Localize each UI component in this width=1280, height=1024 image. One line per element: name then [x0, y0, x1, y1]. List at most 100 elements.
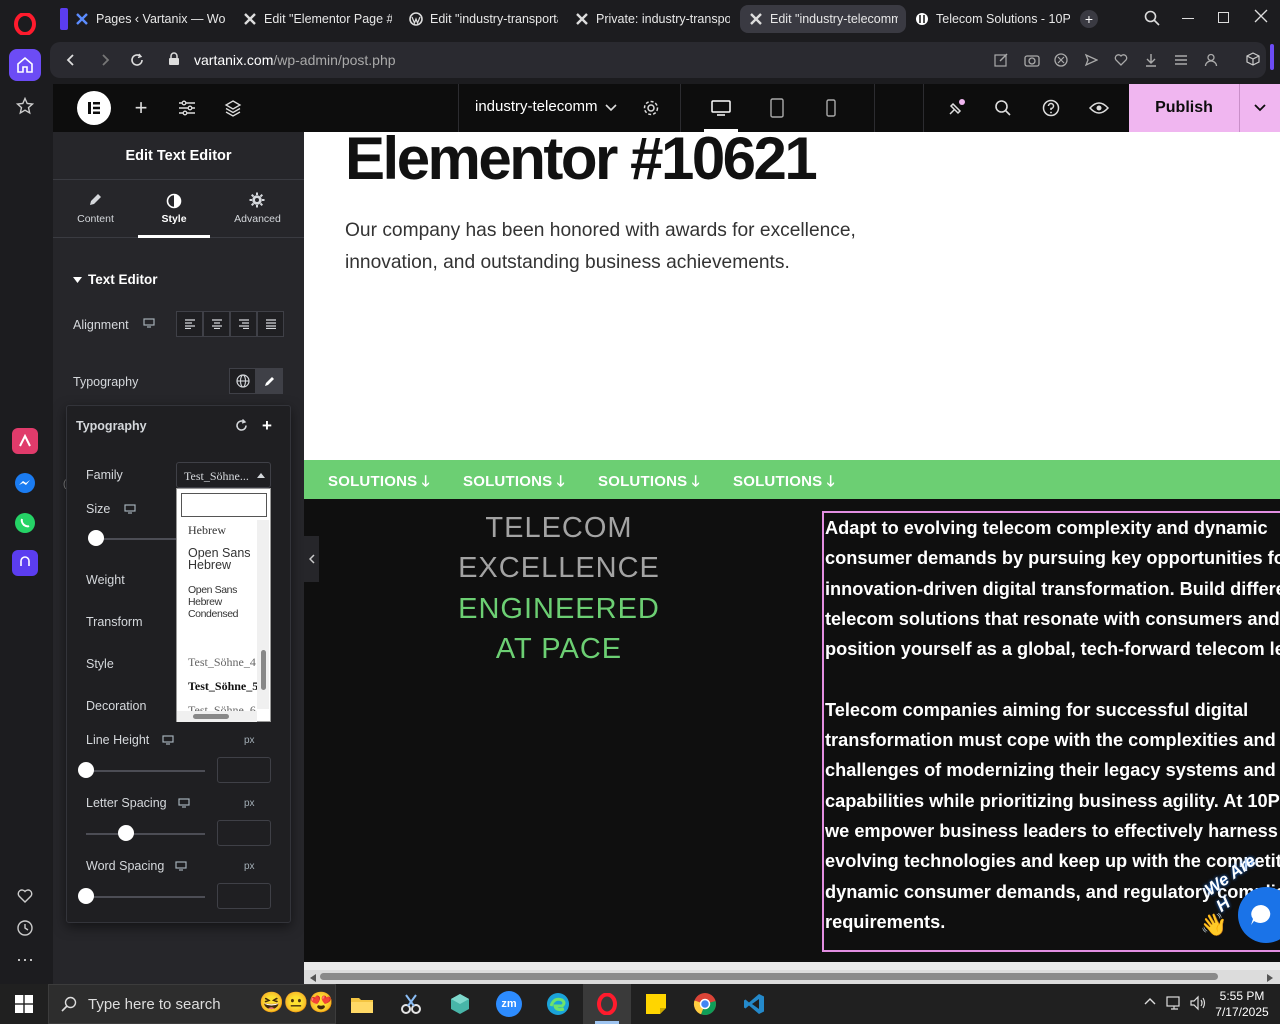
dropdown-vertical-scrollbar[interactable]: [257, 520, 269, 709]
elementor-logo-icon[interactable]: [77, 91, 111, 125]
network-icon[interactable]: [1166, 995, 1184, 1011]
tab-advanced[interactable]: Advanced: [215, 180, 300, 238]
url-text[interactable]: vartanix.com/wp-admin/post.php: [194, 52, 396, 68]
finder-search-icon[interactable]: [993, 98, 1013, 118]
nav-item-solutions[interactable]: SOLUTIONS 🡓: [463, 471, 565, 496]
unit-select[interactable]: px: [244, 798, 255, 809]
tab-edit-elementor-page[interactable]: Edit "Elementor Page #10: [234, 5, 400, 33]
tagline-line[interactable]: EXCELLENCE: [304, 552, 814, 585]
tab-edit-industry-telecomm[interactable]: Edit "industry-telecomm": [740, 5, 906, 33]
mobile-device-icon[interactable]: [824, 98, 838, 118]
tagline-line[interactable]: TELECOM: [304, 512, 814, 545]
unit-select[interactable]: px: [244, 735, 255, 746]
profile-icon[interactable]: [1204, 53, 1218, 67]
word-spacing-slider-handle[interactable]: [78, 888, 94, 904]
structure-layers-icon[interactable]: [223, 98, 243, 118]
close-window-icon[interactable]: [1254, 9, 1268, 23]
tagline-line[interactable]: ENGINEERED: [304, 593, 814, 626]
align-right-icon[interactable]: [230, 311, 257, 337]
letter-spacing-slider-handle[interactable]: [118, 825, 134, 841]
new-tab-plus-icon[interactable]: +: [1080, 10, 1098, 28]
align-justify-icon[interactable]: [257, 311, 284, 337]
responsive-desktop-icon[interactable]: [124, 504, 136, 514]
responsive-desktop-icon[interactable]: [143, 318, 155, 328]
line-height-input[interactable]: [217, 757, 271, 783]
line-height-slider-handle[interactable]: [78, 762, 94, 778]
letter-spacing-input[interactable]: [217, 820, 271, 846]
site-settings-sliders-icon[interactable]: [177, 98, 197, 118]
add-element-plus-icon[interactable]: +: [131, 95, 151, 120]
adblock-icon[interactable]: [1054, 53, 1068, 67]
font-option[interactable]: Open Sans Hebrew: [188, 547, 254, 572]
extensions-cube-icon[interactable]: [1246, 52, 1260, 66]
line-height-slider-track[interactable]: [79, 770, 205, 772]
font-option[interactable]: Hebrew: [188, 523, 226, 538]
desktop-device-icon[interactable]: [710, 98, 732, 118]
chrome-icon[interactable]: [689, 988, 721, 1020]
responsive-desktop-icon[interactable]: [178, 798, 190, 808]
download-icon[interactable]: [1144, 53, 1158, 67]
nav-item-solutions[interactable]: SOLUTIONS 🡓: [328, 471, 430, 496]
intro-text[interactable]: Our company has been honored with awards…: [345, 215, 856, 279]
camera-icon[interactable]: [1024, 53, 1040, 67]
unit-select[interactable]: px: [244, 861, 255, 872]
file-explorer-icon[interactable]: [346, 988, 378, 1020]
publish-button[interactable]: Publish: [1129, 84, 1239, 132]
scrollbar-thumb[interactable]: [193, 714, 229, 719]
volume-icon[interactable]: [1190, 995, 1208, 1011]
align-center-icon[interactable]: [203, 311, 230, 337]
easy-setup-icon[interactable]: [1174, 53, 1188, 67]
snipping-tool-icon[interactable]: [395, 988, 427, 1020]
page-name[interactable]: industry-telecomm: [475, 98, 598, 115]
speed-dial-star-icon[interactable]: [9, 90, 41, 122]
publish-options-chevron-icon[interactable]: [1239, 84, 1280, 132]
sticky-notes-icon[interactable]: [640, 988, 672, 1020]
family-select[interactable]: Test_Söhne...: [176, 462, 271, 488]
nav-item-solutions[interactable]: SOLUTIONS 🡓: [598, 471, 700, 496]
edit-icon[interactable]: [994, 53, 1008, 67]
more-dots-icon[interactable]: ⋯: [9, 944, 41, 976]
edge-icon[interactable]: [542, 988, 574, 1020]
vscode-icon[interactable]: [738, 988, 770, 1020]
scroll-right-arrow-icon[interactable]: [1267, 974, 1273, 982]
app-cube-icon[interactable]: [444, 988, 476, 1020]
font-option[interactable]: Open Sans Hebrew Condensed: [188, 584, 248, 620]
align-left-icon[interactable]: [176, 311, 203, 337]
font-option[interactable]: Test_Söhne_4: [188, 655, 256, 670]
restore-icon[interactable]: [1218, 12, 1229, 23]
aria-icon[interactable]: [12, 428, 38, 454]
tablet-device-icon[interactable]: [768, 97, 786, 119]
back-arrow-icon[interactable]: [64, 53, 78, 67]
opera-taskbar-icon[interactable]: [591, 988, 623, 1020]
messenger-icon[interactable]: [12, 470, 38, 496]
clock[interactable]: 5:55 PM 7/17/2025: [1212, 988, 1272, 1020]
whatsapp-icon[interactable]: [12, 510, 38, 536]
preview-eye-icon[interactable]: [1088, 98, 1110, 118]
favorites-heart-icon[interactable]: [9, 880, 41, 912]
minimize-icon[interactable]: [1182, 18, 1194, 19]
tab-telecom-solutions[interactable]: Telecom Solutions - 10Pea: [906, 5, 1078, 33]
word-spacing-input[interactable]: [217, 883, 271, 909]
scroll-left-arrow-icon[interactable]: [310, 974, 316, 982]
page-settings-gear-icon[interactable]: [641, 98, 661, 118]
tab-style[interactable]: Style: [138, 180, 210, 238]
tagline-line[interactable]: AT PACE: [304, 633, 814, 666]
taskbar-search-box[interactable]: Type here to search 😆😐😍: [48, 984, 336, 1024]
home-icon[interactable]: [9, 49, 41, 81]
family-search-input[interactable]: [181, 493, 267, 517]
lock-icon[interactable]: [168, 52, 180, 66]
opera-logo-icon[interactable]: [9, 8, 41, 40]
address-bar[interactable]: vartanix.com/wp-admin/post.php: [50, 42, 1266, 78]
tab-search-icon[interactable]: [1144, 10, 1160, 26]
scrollbar-thumb[interactable]: [261, 650, 266, 690]
letter-spacing-slider-track[interactable]: [86, 833, 205, 835]
tab-content[interactable]: Content: [53, 180, 138, 238]
collapse-panel-toggle[interactable]: [304, 536, 319, 582]
responsive-desktop-icon[interactable]: [175, 861, 187, 871]
responsive-desktop-icon[interactable]: [162, 735, 174, 745]
word-spacing-slider-track[interactable]: [79, 896, 205, 898]
pencil-edit-icon[interactable]: [256, 368, 283, 394]
help-icon[interactable]: [1041, 98, 1061, 118]
windows-start-icon[interactable]: [8, 988, 40, 1020]
music-player-icon[interactable]: [12, 550, 38, 576]
